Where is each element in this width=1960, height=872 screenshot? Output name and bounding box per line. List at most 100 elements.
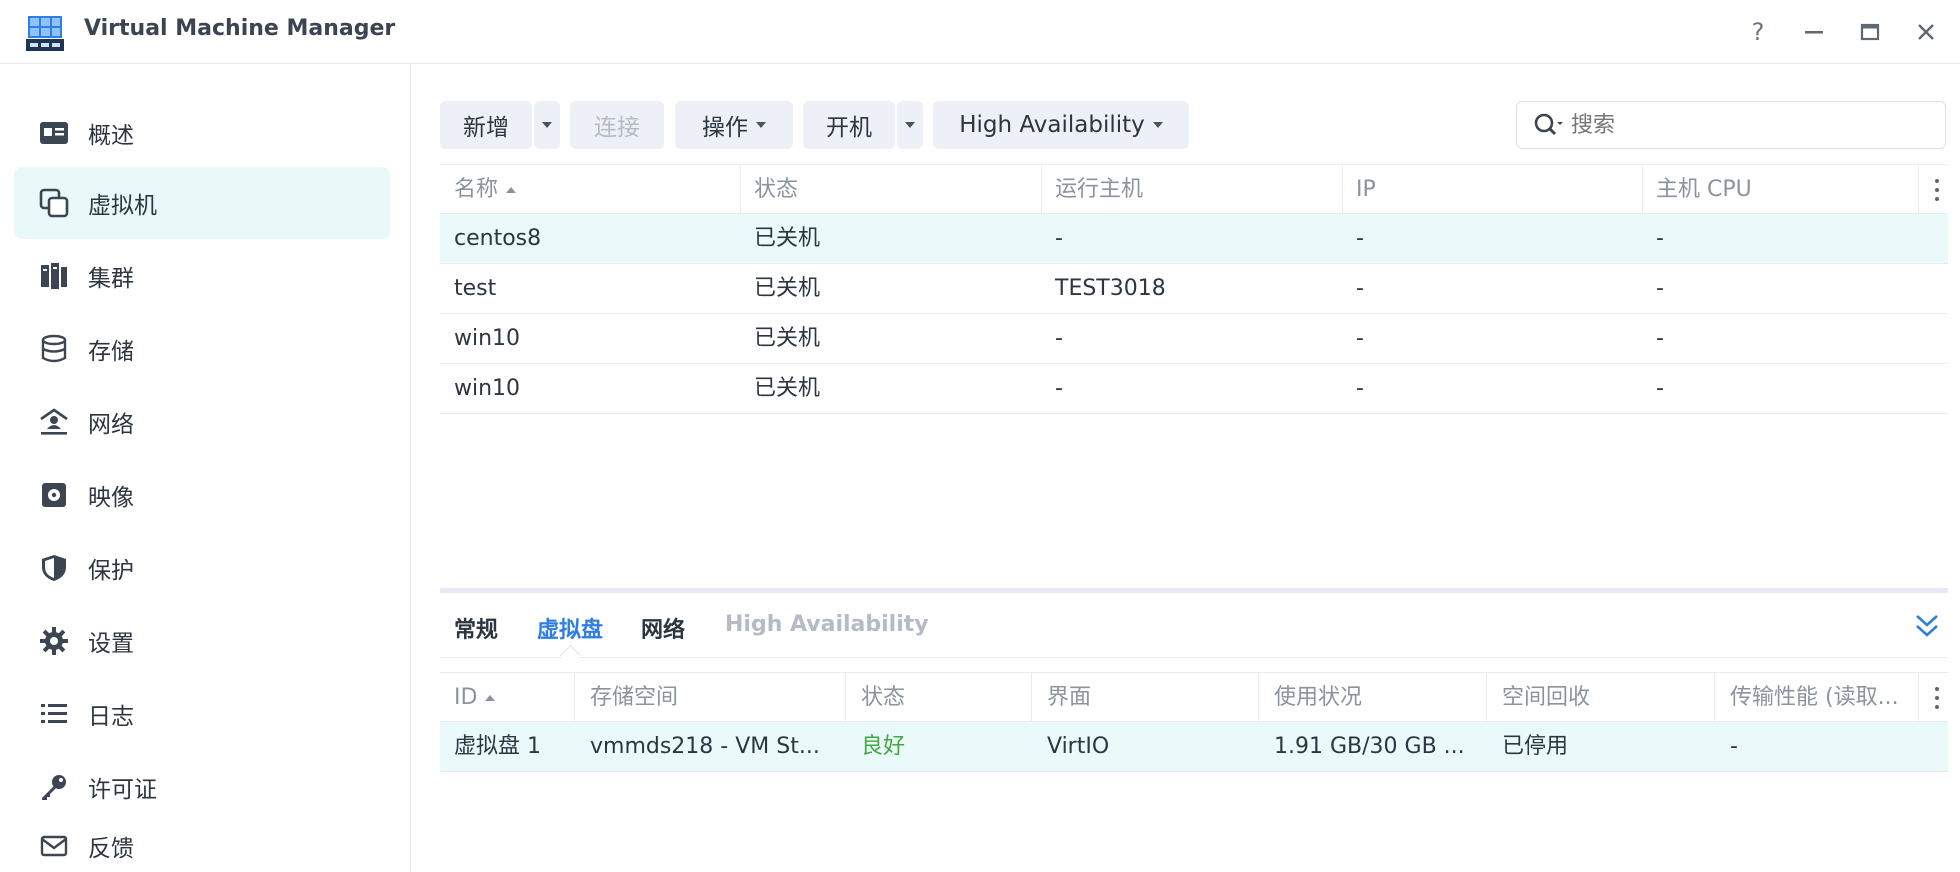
column-header-status[interactable]: 状态 [754, 165, 798, 215]
search-input[interactable] [1569, 111, 1903, 139]
vm-host-cpu: - [1656, 376, 1664, 401]
chevron-down-icon [756, 122, 766, 128]
high-availability-button[interactable]: High Availability [933, 101, 1189, 149]
column-options-icon[interactable] [1934, 687, 1940, 709]
table-row[interactable]: centos8 已关机 - - - [440, 214, 1948, 264]
virtual-machine-icon [38, 187, 70, 219]
help-icon[interactable]: ? [1740, 14, 1776, 50]
vm-name: test [454, 276, 497, 301]
tab-network[interactable]: 网络 [641, 612, 685, 644]
vm-name: centos8 [454, 226, 542, 251]
network-icon [38, 406, 70, 438]
tab-general[interactable]: 常规 [454, 612, 498, 644]
sidebar-item-label: 反馈 [88, 836, 134, 862]
sidebar-item-label: 日志 [88, 704, 134, 730]
sidebar-item-storage[interactable]: 存储 [14, 313, 390, 385]
column-options-icon[interactable] [1934, 179, 1940, 201]
column-header-host-cpu[interactable]: 主机 CPU [1656, 165, 1752, 215]
sidebar-item-license[interactable]: 许可证 [14, 751, 390, 823]
column-header-storage[interactable]: 存储空间 [590, 673, 678, 723]
gear-icon [38, 625, 70, 657]
disk-usage: 1.91 GB/30 GB ... [1274, 734, 1465, 759]
sidebar-item-label: 存储 [88, 339, 134, 365]
column-header-interface[interactable]: 界面 [1047, 673, 1091, 723]
search-box[interactable] [1516, 101, 1946, 149]
column-header-host[interactable]: 运行主机 [1055, 165, 1143, 215]
sidebar-item-label: 保护 [88, 558, 134, 584]
storage-icon [38, 333, 70, 365]
tab-high-availability[interactable]: High Availability [725, 612, 929, 637]
sidebar-item-network[interactable]: 网络 [14, 386, 390, 458]
vm-ip: - [1356, 226, 1364, 251]
sidebar-item-label: 网络 [88, 412, 134, 438]
sidebar-item-feedback[interactable]: 反馈 [14, 824, 390, 868]
vm-name: win10 [454, 326, 521, 351]
sidebar-item-label: 虚拟机 [88, 193, 157, 219]
title-bar: Virtual Machine Manager ? [0, 0, 1960, 64]
add-button[interactable]: 新增 [440, 101, 532, 149]
minimize-icon[interactable] [1796, 14, 1832, 50]
column-header-status[interactable]: 状态 [861, 673, 905, 723]
power-on-button[interactable]: 开机 [803, 101, 895, 149]
cluster-icon [38, 260, 70, 292]
table-header: ID 存储空间 状态 界面 使用状况 空间回收 传输性能 (读取... [440, 672, 1948, 723]
sidebar-item-label: 许可证 [88, 777, 157, 803]
vm-status: 已关机 [754, 326, 821, 351]
vm-status: 已关机 [754, 376, 821, 401]
column-header-ip[interactable]: IP [1356, 165, 1376, 215]
close-icon[interactable] [1908, 14, 1944, 50]
disk-status: 良好 [861, 734, 906, 759]
vm-host: TEST3018 [1055, 276, 1166, 301]
maximize-icon[interactable] [1852, 14, 1888, 50]
vm-host: - [1055, 226, 1063, 251]
vm-status: 已关机 [754, 276, 821, 301]
power-on-dropdown-button[interactable] [897, 101, 923, 149]
disk-storage: vmmds218 - VM St... [590, 734, 820, 759]
panel-splitter[interactable] [440, 588, 1948, 593]
vm-ip: - [1356, 376, 1364, 401]
feedback-mail-icon [38, 830, 70, 862]
column-header-usage[interactable]: 使用状况 [1274, 673, 1362, 723]
active-tab-pointer [559, 644, 582, 667]
disk-interface: VirtIO [1047, 734, 1110, 759]
sidebar-item-image[interactable]: 映像 [14, 459, 390, 531]
table-row[interactable]: test 已关机 TEST3018 - - [440, 264, 1948, 314]
sidebar-item-label: 设置 [88, 631, 134, 657]
table-header: 名称 状态 运行主机 IP 主机 CPU [440, 164, 1948, 215]
collapse-panel-icon[interactable] [1914, 612, 1940, 644]
shield-icon [38, 552, 70, 584]
add-dropdown-button[interactable] [534, 101, 560, 149]
vm-status: 已关机 [754, 226, 821, 251]
column-header-id[interactable]: ID [454, 673, 496, 723]
detail-tabs: 常规 虚拟盘 网络 High Availability [440, 598, 1948, 667]
column-header-name[interactable]: 名称 [454, 165, 517, 215]
column-header-transfer-performance[interactable]: 传输性能 (读取... [1730, 673, 1914, 723]
table-row[interactable]: win10 已关机 - - - [440, 314, 1948, 364]
vm-host-cpu: - [1656, 326, 1664, 351]
sidebar-item-cluster[interactable]: 集群 [14, 240, 390, 312]
overview-icon [38, 117, 70, 149]
action-button[interactable]: 操作 [675, 101, 793, 149]
table-row[interactable]: win10 已关机 - - - [440, 364, 1948, 414]
sidebar-item-virtual-machine[interactable]: 虚拟机 [14, 167, 390, 239]
sidebar-item-log[interactable]: 日志 [14, 678, 390, 750]
sidebar-item-protection[interactable]: 保护 [14, 532, 390, 604]
table-row[interactable]: 虚拟盘 1 vmmds218 - VM St... 良好 VirtIO 1.91… [440, 722, 1948, 772]
vm-ip: - [1356, 326, 1364, 351]
search-icon[interactable] [1533, 112, 1563, 138]
app-logo-icon [26, 12, 64, 52]
vm-host: - [1055, 376, 1063, 401]
vm-host-cpu: - [1656, 226, 1664, 251]
sort-ascending-icon [485, 695, 496, 701]
vm-name: win10 [454, 376, 521, 401]
column-header-space-reclamation[interactable]: 空间回收 [1502, 673, 1590, 723]
tab-virtual-disk[interactable]: 虚拟盘 [537, 612, 603, 644]
sidebar-item-label: 概述 [88, 123, 134, 149]
connect-button[interactable]: 连接 [570, 101, 664, 149]
sidebar-item-settings[interactable]: 设置 [14, 605, 390, 677]
image-icon [38, 479, 70, 511]
sidebar-item-overview[interactable]: 概述 [14, 97, 390, 169]
chevron-down-icon [542, 122, 552, 128]
disk-id: 虚拟盘 1 [454, 734, 541, 759]
sidebar: 概述 虚拟机 集群 存储 网络 映像 保护 设置 日志 许可证 反馈 [0, 64, 411, 872]
